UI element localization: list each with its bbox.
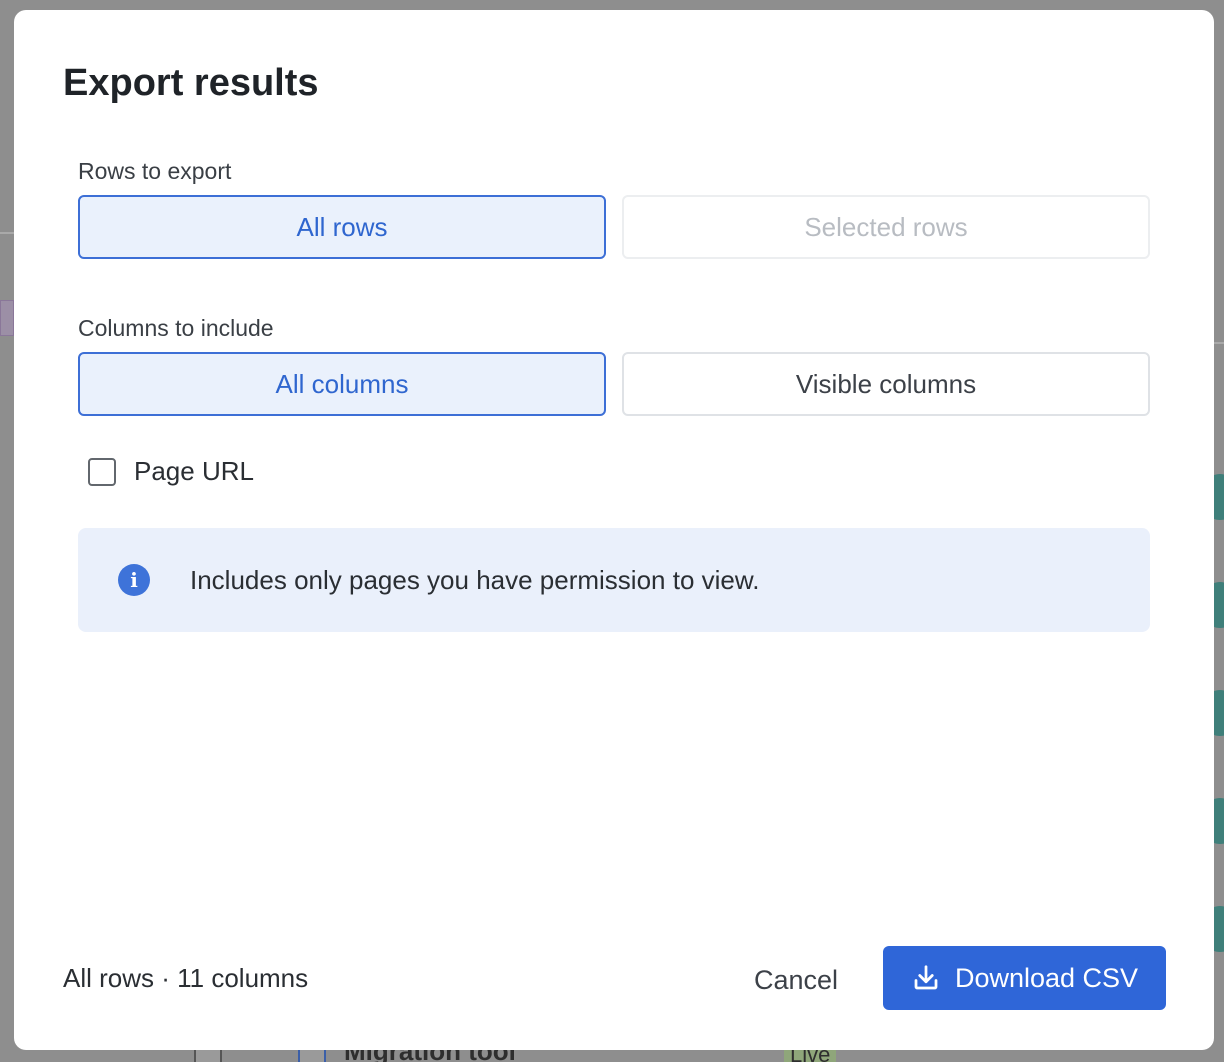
download-csv-label: Download CSV: [954, 962, 1139, 993]
download-csv-button[interactable]: Download CSV: [883, 946, 1166, 1010]
download-icon: [914, 965, 938, 990]
export-summary: All rows · 11 columns: [63, 963, 309, 993]
page-url-label[interactable]: Page URL: [134, 456, 254, 487]
info-text: Includes only pages you have permission …: [190, 564, 760, 595]
permission-info-banner: i Includes only pages you have permissio…: [78, 528, 1150, 632]
all-rows-option[interactable]: All rows: [78, 195, 606, 259]
selected-rows-option[interactable]: Selected rows: [622, 195, 1150, 259]
page-url-option[interactable]: Page URL: [88, 456, 254, 487]
columns-section-label: Columns to include: [78, 315, 274, 341]
visible-columns-option[interactable]: Visible columns: [622, 352, 1150, 416]
all-columns-option[interactable]: All columns: [78, 352, 606, 416]
background-tag: [0, 300, 14, 336]
cancel-button[interactable]: Cancel: [736, 948, 856, 1012]
rows-section-label: Rows to export: [78, 158, 232, 184]
background-divider: [0, 232, 14, 234]
export-dialog: Export results Rows to export All rows S…: [14, 10, 1214, 1050]
page-url-checkbox[interactable]: [88, 457, 116, 486]
background-divider: [1214, 342, 1224, 344]
info-icon: i: [118, 564, 150, 596]
dialog-title: Export results: [63, 62, 319, 104]
